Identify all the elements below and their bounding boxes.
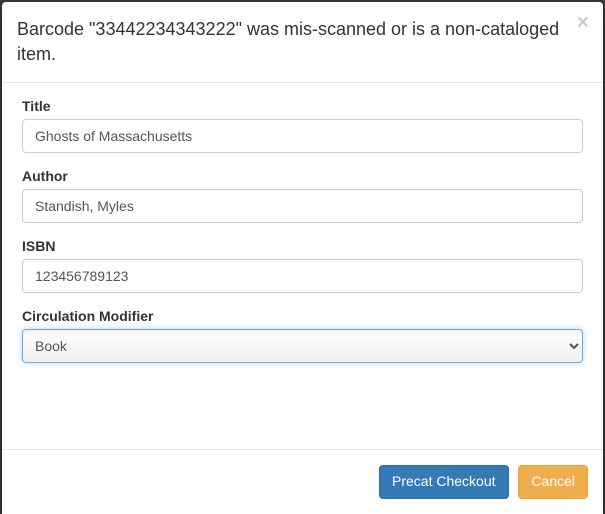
modal-backdrop: × Barcode "33442234343222" was mis-scann… <box>0 0 605 514</box>
modal-footer: Precat Checkout Cancel <box>2 449 603 514</box>
modal-header: × Barcode "33442234343222" was mis-scann… <box>2 2 603 83</box>
cancel-button[interactable]: Cancel <box>518 465 588 499</box>
title-label: Title <box>22 98 583 114</box>
modal-title: Barcode "33442234343222" was mis-scanned… <box>17 17 588 67</box>
circ-modifier-label: Circulation Modifier <box>22 308 583 324</box>
isbn-group: ISBN <box>22 238 583 293</box>
author-input[interactable] <box>22 189 583 223</box>
circ-modifier-select[interactable]: Book <box>22 329 583 363</box>
close-button[interactable]: × <box>577 12 589 33</box>
title-group: Title <box>22 98 583 153</box>
author-label: Author <box>22 168 583 184</box>
circ-modifier-group: Circulation Modifier Book <box>22 308 583 363</box>
isbn-label: ISBN <box>22 238 583 254</box>
precat-dialog: × Barcode "33442234343222" was mis-scann… <box>2 2 603 514</box>
close-icon: × <box>577 11 589 34</box>
precat-checkout-button[interactable]: Precat Checkout <box>379 465 509 499</box>
isbn-input[interactable] <box>22 259 583 293</box>
author-group: Author <box>22 168 583 223</box>
modal-body: Title Author ISBN Circulation Modifier B… <box>2 83 603 449</box>
title-input[interactable] <box>22 119 583 153</box>
